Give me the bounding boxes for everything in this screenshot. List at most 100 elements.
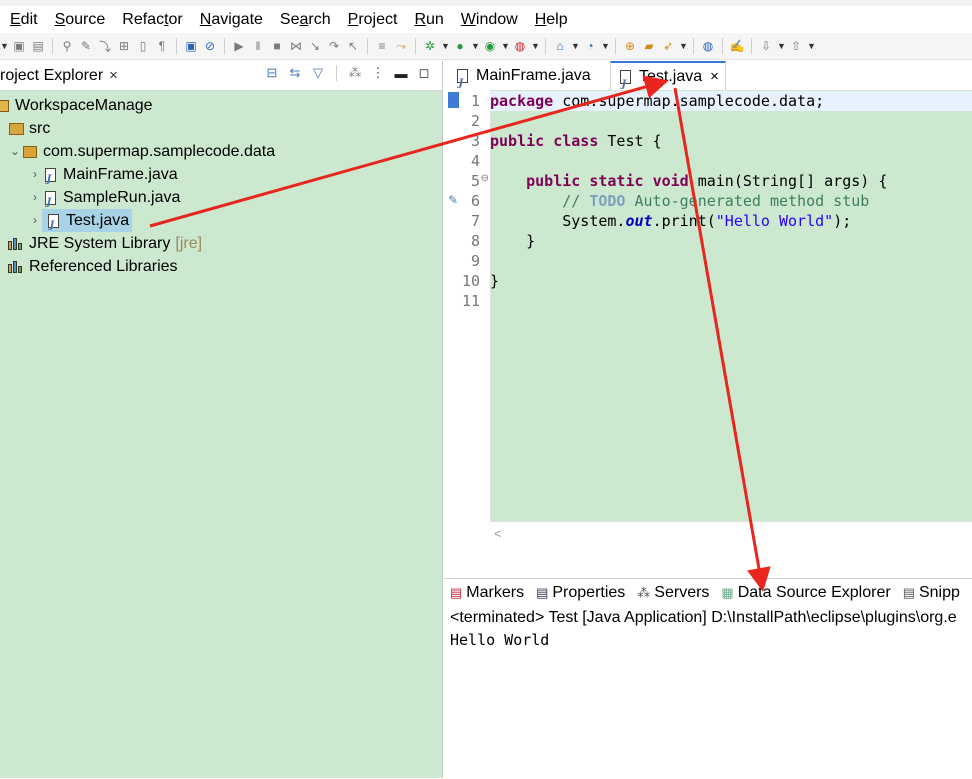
word-wrap-icon[interactable]: ⤵ xyxy=(97,38,113,54)
tree-item-file[interactable]: › SampleRun.java xyxy=(0,186,442,214)
annotation-nav-icon[interactable]: ✍ xyxy=(729,38,745,54)
tree-item-src[interactable]: src xyxy=(0,117,442,140)
step-over-icon[interactable]: ↷ xyxy=(326,38,342,54)
editor-tab-label: Test.java xyxy=(639,68,703,85)
menu-item[interactable]: Refactor xyxy=(112,6,189,33)
new-project-dropdown-caret[interactable]: ▼ xyxy=(571,41,580,51)
open-folder-icon[interactable]: ▰ xyxy=(641,38,657,54)
file-label: SampleRun.java xyxy=(63,189,181,206)
tree-item-project[interactable]: WorkspaceManage xyxy=(0,94,442,117)
src-label: src xyxy=(29,120,51,137)
menu-item[interactable]: Search xyxy=(270,6,338,33)
chevron-down-icon[interactable]: ⌄ xyxy=(8,140,22,163)
external-tools-icon[interactable]: ◍ xyxy=(512,38,528,54)
run-icon[interactable]: ● xyxy=(452,38,468,54)
horizontal-scrollbar[interactable]: < xyxy=(490,521,972,549)
next-annotation-dropdown-caret[interactable]: ▼ xyxy=(777,41,786,51)
debug-dropdown-caret[interactable]: ▼ xyxy=(441,41,450,51)
run-dropdown-caret[interactable]: ▼ xyxy=(471,41,480,51)
toggle-breadcrumb-icon[interactable]: ⚲ xyxy=(59,38,75,54)
chevron-right-icon[interactable]: › xyxy=(28,186,42,209)
menu-item[interactable]: Source xyxy=(45,6,113,33)
save-icon[interactable]: ▣ xyxy=(11,38,27,54)
pilcrow-icon[interactable]: ¶ xyxy=(154,38,170,54)
tree-item-jre[interactable]: JRE System Library [jre] xyxy=(0,232,442,255)
menu-item[interactable]: Run xyxy=(404,6,450,33)
menu-item[interactable]: Edit xyxy=(0,6,45,33)
menu-mnemonic: W xyxy=(460,11,476,28)
coverage-dropdown-caret[interactable]: ▼ xyxy=(501,41,510,51)
chevron-right-icon[interactable]: › xyxy=(28,209,42,232)
project-explorer-tab-label: roject Explorer xyxy=(0,67,104,84)
step-into-icon[interactable]: ↘ xyxy=(307,38,323,54)
tab-project-explorer[interactable]: roject Explorer × xyxy=(0,61,124,90)
code-text: com.supermap.samplecode.data; xyxy=(553,92,825,110)
close-icon[interactable]: × xyxy=(710,62,719,91)
mark-occurrences-icon[interactable]: ✎ xyxy=(78,38,94,54)
toolbar-dropdown-caret[interactable]: ▼ xyxy=(0,41,9,51)
show-whitespace-icon[interactable]: ▯ xyxy=(135,38,151,54)
jre-label: JRE System Library xyxy=(29,235,171,252)
new-java-project-icon[interactable]: ⌂ xyxy=(552,38,568,54)
minimize-icon[interactable]: ▬ xyxy=(393,65,409,81)
search-tool-icon[interactable]: ➶ xyxy=(660,38,676,54)
menu-item[interactable]: Help xyxy=(525,6,575,33)
new-class-icon[interactable]: ◔ xyxy=(582,38,598,54)
toolbar-separator xyxy=(224,38,225,54)
previous-annotation-icon[interactable]: ⇧ xyxy=(788,38,804,54)
search-dropdown-caret[interactable]: ▼ xyxy=(679,41,688,51)
console-icon[interactable]: ▣ xyxy=(183,38,199,54)
previous-annotation-dropdown-caret[interactable]: ▼ xyxy=(807,41,816,51)
tree-item-file[interactable]: › MainFrame.java xyxy=(0,163,442,191)
external-tools-dropdown-caret[interactable]: ▼ xyxy=(531,41,540,51)
chevron-right-icon[interactable]: › xyxy=(28,163,42,186)
task-marker-icon[interactable]: ✎ xyxy=(448,193,458,207)
scroll-left-icon[interactable]: < xyxy=(494,526,502,541)
resume-icon[interactable]: ▶ xyxy=(231,38,247,54)
open-type-icon[interactable]: ⊕ xyxy=(622,38,638,54)
tree-item-file-selected[interactable]: › Test.java xyxy=(0,209,442,237)
maximize-icon[interactable]: ◻ xyxy=(416,65,432,81)
selected-file[interactable]: Test.java xyxy=(42,209,133,237)
disconnect-icon[interactable]: ⋈ xyxy=(288,38,304,54)
tree-item-referenced-libraries[interactable]: Referenced Libraries xyxy=(0,255,442,278)
line-number: 6 xyxy=(470,192,480,210)
menu-item[interactable]: Project xyxy=(338,6,405,33)
code-editor: MainFrame.java Test.java × 1 2 3 4 5 ⊖ 6… xyxy=(444,61,972,576)
menu-item[interactable]: Window xyxy=(451,6,525,33)
tab-label: Markers xyxy=(466,584,525,601)
tab-data-source-explorer[interactable]: ▦ Data Source Explorer xyxy=(721,584,890,602)
globe-icon[interactable]: ◍ xyxy=(700,38,716,54)
fold-toggle-icon[interactable]: ⊖ xyxy=(481,173,489,184)
next-annotation-icon[interactable]: ⇩ xyxy=(758,38,774,54)
step-return-icon[interactable]: ↖ xyxy=(345,38,361,54)
tab-properties[interactable]: ▤ Properties xyxy=(536,584,625,602)
code-area[interactable]: 1 2 3 4 5 ⊖ 6 ✎ 7 8 9 10 11 package com.… xyxy=(444,90,972,549)
comment: // xyxy=(562,192,590,210)
java-file-icon xyxy=(617,69,633,99)
terminate-icon[interactable]: ■ xyxy=(269,38,285,54)
close-icon[interactable]: × xyxy=(109,61,118,90)
console-output[interactable]: Hello World xyxy=(444,629,972,651)
use-step-filters-icon[interactable]: ⤳ xyxy=(393,38,409,54)
menu-item[interactable]: Navigate xyxy=(190,6,270,33)
save-all-icon[interactable]: ▤ xyxy=(30,38,46,54)
link-with-editor-icon[interactable]: ⇆ xyxy=(287,65,303,81)
coverage-icon[interactable]: ◉ xyxy=(482,38,498,54)
tab-markers[interactable]: ▤ Markers xyxy=(450,584,524,602)
tab-snippets[interactable]: ▤ Snipp xyxy=(903,584,960,602)
suspend-icon[interactable]: ‖ xyxy=(250,38,266,54)
focus-task-icon[interactable]: ⁂ xyxy=(347,65,363,81)
collapse-all-icon[interactable]: ⊟ xyxy=(264,65,280,81)
block-selection-icon[interactable]: ⊞ xyxy=(116,38,132,54)
debug-icon[interactable]: ✲ xyxy=(422,38,438,54)
filter-icon[interactable]: ▽ xyxy=(310,65,326,81)
drop-to-frame-icon[interactable]: ≡ xyxy=(374,38,390,54)
tab-mainframe-java[interactable]: MainFrame.java xyxy=(448,61,597,98)
tree-item-package[interactable]: ⌄ com.supermap.samplecode.data xyxy=(0,140,442,163)
tab-servers[interactable]: ⁂ Servers xyxy=(637,584,709,602)
skip-breakpoints-icon[interactable]: ⊘ xyxy=(202,38,218,54)
view-menu-icon[interactable]: ⋮ xyxy=(370,65,386,81)
new-class-dropdown-caret[interactable]: ▼ xyxy=(601,41,610,51)
tab-test-java[interactable]: Test.java × xyxy=(610,61,726,99)
